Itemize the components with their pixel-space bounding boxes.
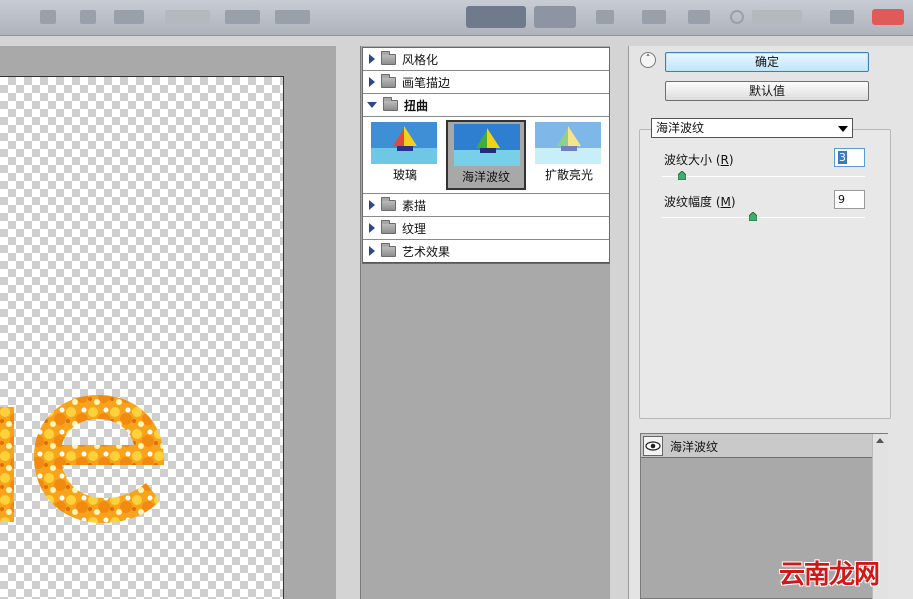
toolbar-icon[interactable]	[165, 10, 210, 24]
toolbar-icon[interactable]	[688, 10, 710, 24]
ripple-magnitude-value: 9	[838, 193, 845, 206]
folder-icon	[381, 73, 396, 88]
filter-settings-group	[639, 129, 891, 419]
filter-thumb-label: 扩散亮光	[544, 168, 593, 182]
rippled-text-art	[0, 395, 165, 523]
toolbar-icon[interactable]	[80, 10, 96, 24]
category-label: 素描	[402, 198, 427, 213]
category-distort[interactable]: 扭曲	[363, 94, 609, 117]
param-mnemonic: M	[720, 195, 731, 209]
toolbar-circle-icon[interactable]	[730, 10, 744, 24]
folder-icon	[381, 219, 396, 234]
param-label-text: 波纹大小	[664, 153, 713, 167]
expand-triangle-icon[interactable]	[369, 246, 375, 256]
distort-thumbnails: 玻璃 海洋波纹 扩散亮光	[363, 117, 609, 194]
effect-layer-label: 海洋波纹	[670, 440, 719, 454]
default-button[interactable]: 默认值	[665, 81, 869, 101]
category-label: 风格化	[402, 52, 439, 67]
folder-icon	[381, 50, 396, 65]
ripple-magnitude-input[interactable]: 9	[834, 190, 865, 209]
param-mnemonic: R	[720, 153, 729, 167]
toolbar-icon[interactable]	[596, 10, 614, 24]
folder-icon	[381, 196, 396, 211]
category-texture[interactable]: 纹理	[363, 217, 609, 240]
ripple-size-slider-knob[interactable]	[678, 171, 687, 180]
filter-gallery-panel: 风格化 画笔描边 扭曲 玻璃 海洋波纹 扩散亮光 素描 纹理 艺术效果	[360, 46, 610, 599]
expand-triangle-icon[interactable]	[369, 223, 375, 233]
expand-triangle-icon[interactable]	[369, 77, 375, 87]
toolbar-icon[interactable]	[642, 10, 666, 24]
app-toolbar	[0, 0, 913, 36]
toolbar-button[interactable]	[534, 6, 576, 28]
ripple-magnitude-slider-knob[interactable]	[749, 212, 758, 221]
toolbar-icon[interactable]	[830, 10, 854, 24]
ripple-size-value: 3	[838, 151, 847, 164]
ripple-size-slider[interactable]	[662, 176, 865, 177]
folder-open-icon	[383, 96, 398, 111]
eye-glyph	[645, 441, 661, 451]
eye-icon[interactable]	[643, 436, 663, 456]
expand-triangle-icon[interactable]	[369, 54, 375, 64]
category-brush-strokes[interactable]: 画笔描边	[363, 71, 609, 94]
toolbar-icon[interactable]	[275, 10, 310, 24]
category-label: 艺术效果	[402, 244, 451, 259]
folder-icon	[381, 242, 396, 257]
toolbar-icon[interactable]	[225, 10, 260, 24]
ripple-size-label: 波纹大小 (R)	[664, 153, 734, 167]
ripple-size-input[interactable]: 3	[834, 148, 865, 167]
chevron-down-icon	[838, 126, 848, 132]
ripple-magnitude-slider[interactable]	[662, 217, 865, 218]
filter-preview-image	[371, 122, 437, 164]
filter-thumb-glass[interactable]: 玻璃	[365, 120, 445, 190]
filter-select-value: 海洋波纹	[656, 121, 705, 135]
category-label: 画笔描边	[402, 75, 451, 90]
watermark-logo: 云南龙网	[779, 560, 880, 590]
filter-thumb-label: 海洋波纹	[461, 170, 510, 184]
category-stylize[interactable]: 风格化	[363, 48, 609, 71]
preview-canvas[interactable]	[0, 76, 284, 599]
toolbar-workspace-button[interactable]	[466, 6, 526, 28]
filter-select[interactable]: 海洋波纹	[651, 118, 853, 138]
close-icon[interactable]	[872, 9, 904, 25]
expand-triangle-icon[interactable]	[369, 200, 375, 210]
toolbar-icon[interactable]	[114, 10, 144, 24]
toolbar-icon[interactable]	[752, 10, 802, 24]
collapse-triangle-icon[interactable]	[367, 102, 377, 108]
scroll-up-icon[interactable]	[876, 438, 884, 443]
category-artistic[interactable]: 艺术效果	[363, 240, 609, 263]
filter-thumb-diffuse-glow[interactable]: 扩散亮光	[529, 120, 609, 190]
collapse-gallery-icon[interactable]: ˆ	[640, 52, 656, 68]
filter-preview-image	[454, 124, 520, 166]
ok-button[interactable]: 确定	[665, 52, 869, 72]
filter-thumb-ocean-ripple[interactable]: 海洋波纹	[446, 120, 526, 190]
category-label: 纹理	[402, 221, 427, 236]
toolbar-icon[interactable]	[40, 10, 56, 24]
category-label: 扭曲	[404, 98, 429, 113]
filter-thumb-label: 玻璃	[392, 168, 417, 182]
category-sketch[interactable]: 素描	[363, 194, 609, 217]
ripple-magnitude-label: 波纹幅度 (M)	[664, 195, 736, 209]
param-label-text: 波纹幅度	[664, 195, 713, 209]
filter-preview-image	[535, 122, 601, 164]
filter-list: 风格化 画笔描边 扭曲 玻璃 海洋波纹 扩散亮光 素描 纹理 艺术效果	[362, 47, 610, 264]
